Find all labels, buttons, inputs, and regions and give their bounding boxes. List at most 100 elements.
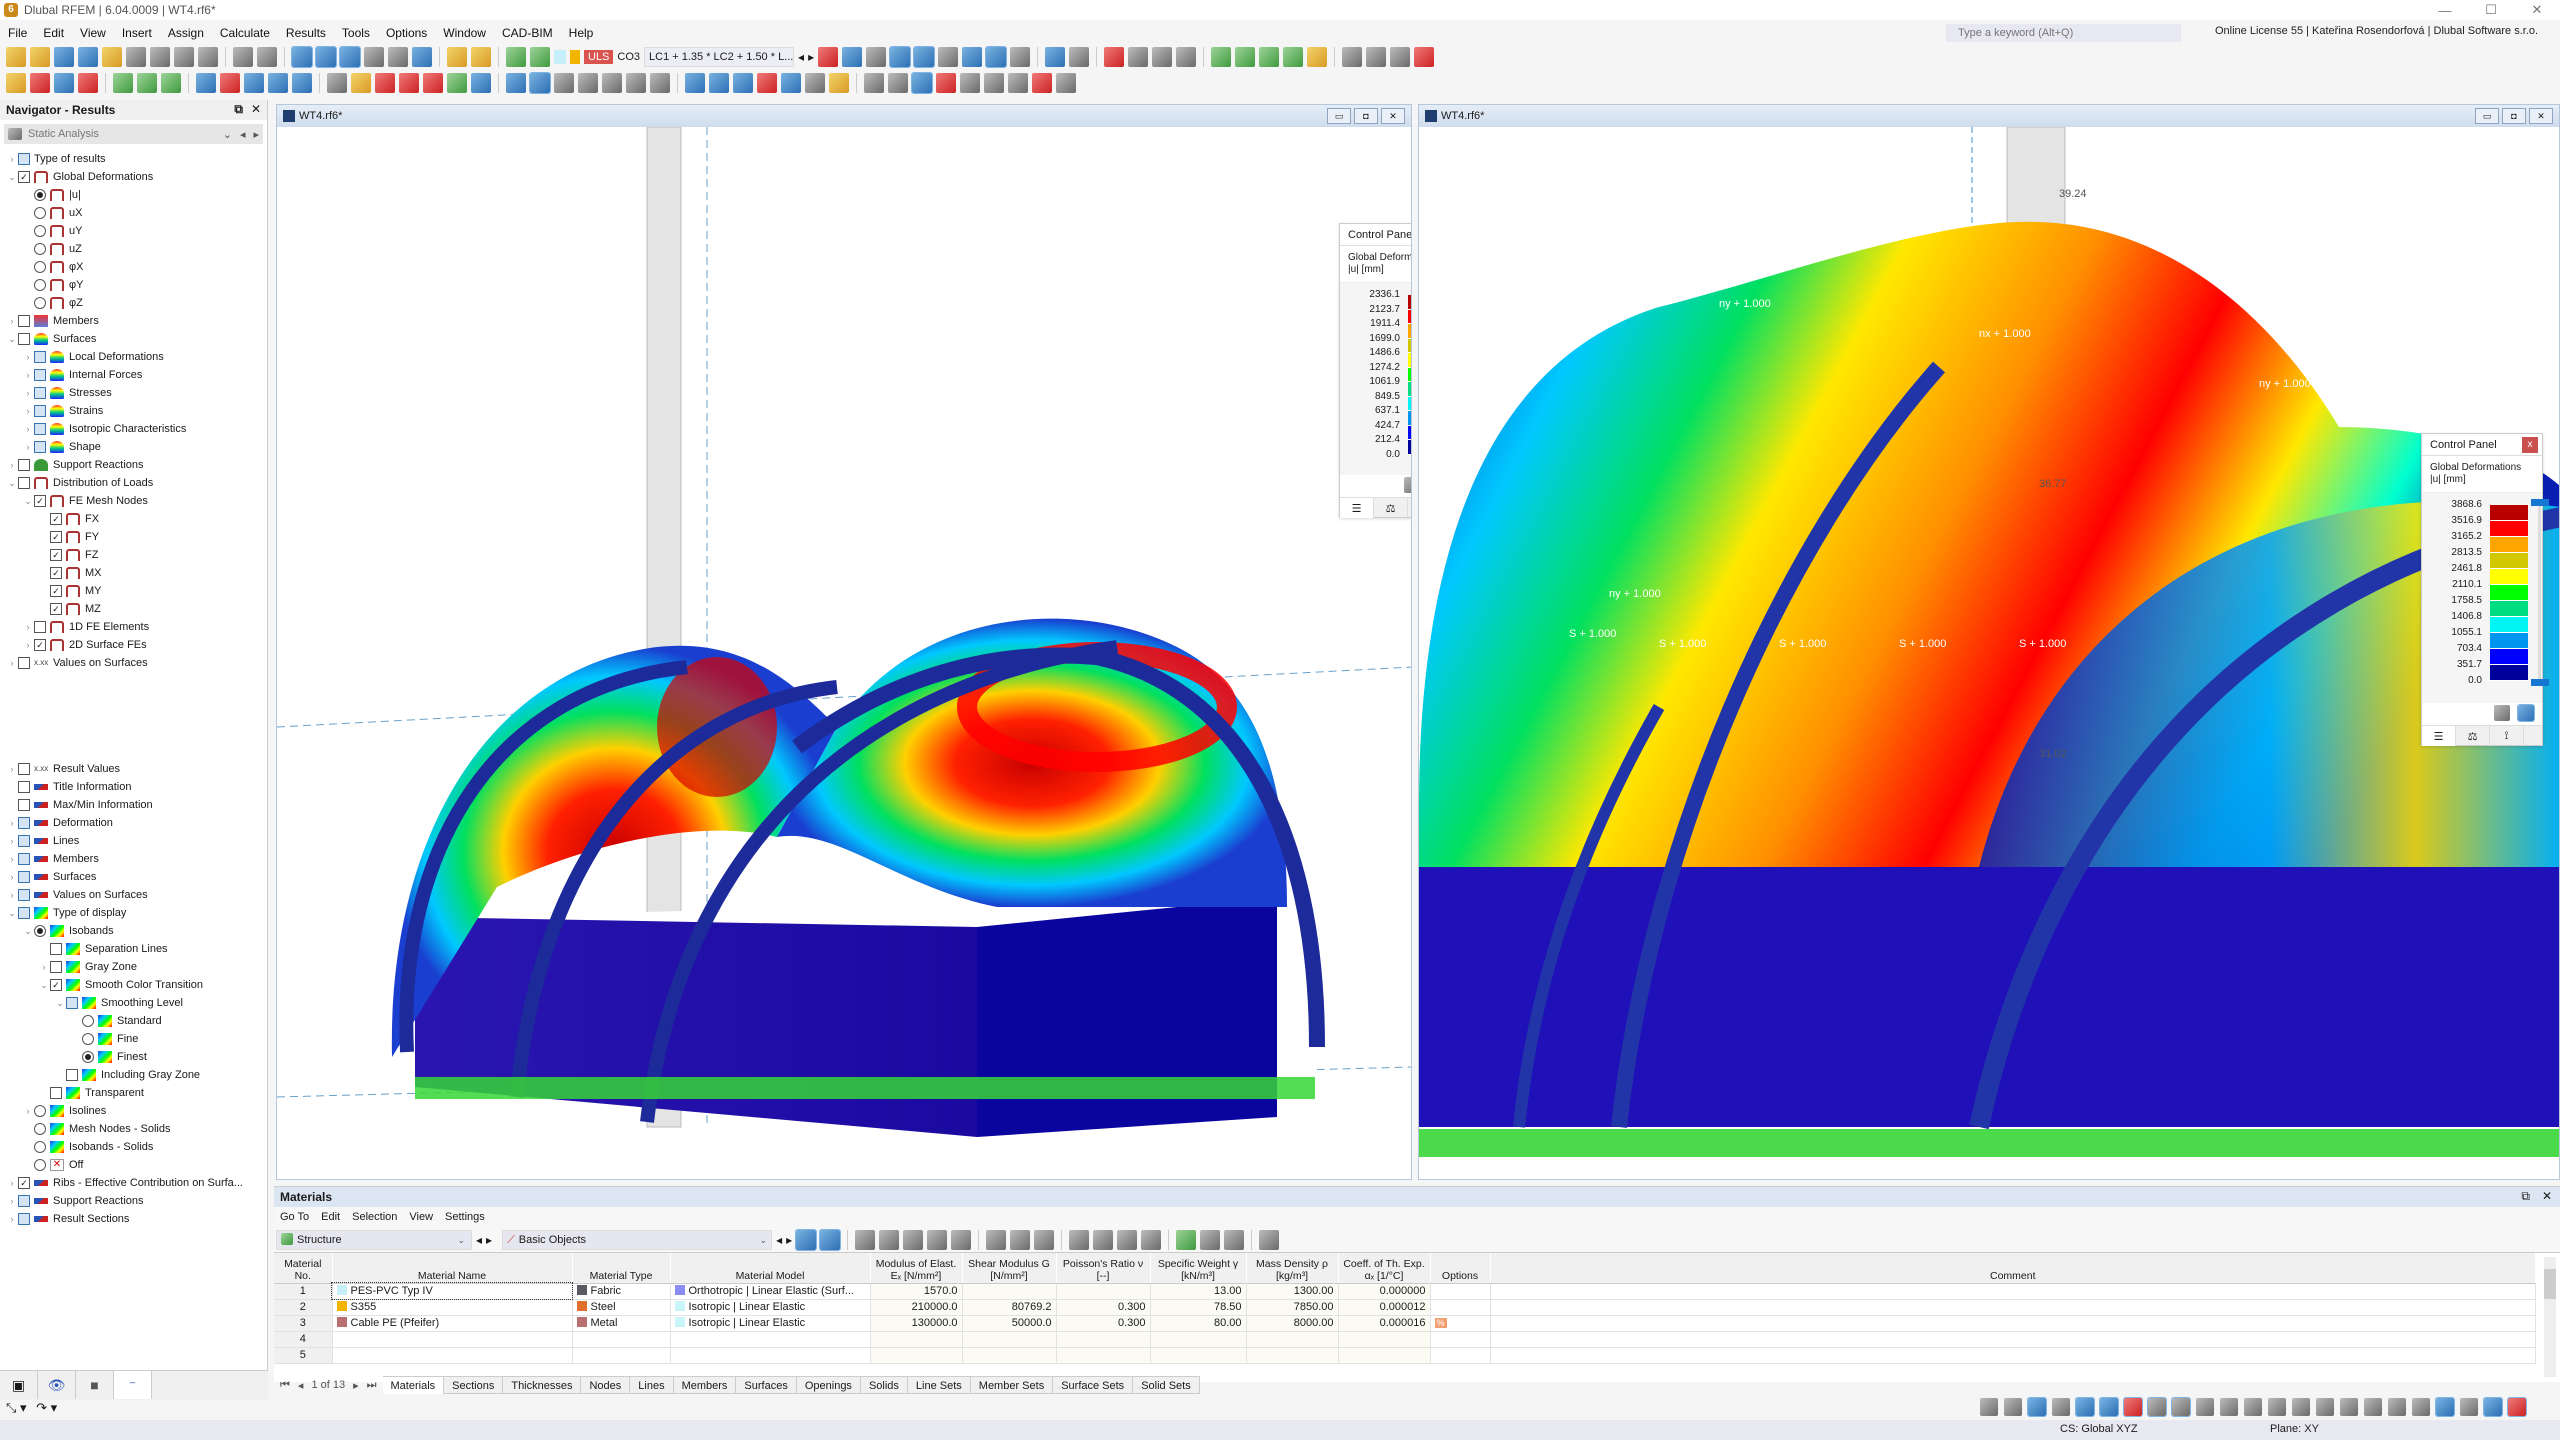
checkbox[interactable] [18, 763, 30, 775]
filter-tab-icon[interactable]: ⟟ [1408, 498, 1411, 518]
tree-item[interactable]: › Members [0, 850, 267, 868]
cell-type[interactable] [572, 1347, 671, 1364]
chevron-down-icon[interactable]: ⌄ [6, 908, 18, 919]
tree-item[interactable]: › x.xx Result Values [0, 760, 267, 778]
prev-icon[interactable]: ◂ [776, 1233, 782, 1247]
delete-row-icon[interactable] [951, 1229, 972, 1250]
radio-button[interactable] [82, 1015, 94, 1027]
tree-item[interactable]: › Surfaces [0, 868, 267, 886]
viewport-restore-button[interactable]: ◘ [2502, 108, 2526, 124]
table-menu-settings[interactable]: Settings [439, 1211, 491, 1223]
next-combination-button[interactable]: ▸ [808, 50, 814, 64]
checkbox[interactable] [18, 871, 30, 883]
cell-G[interactable] [962, 1347, 1057, 1364]
snap-square-icon[interactable] [2147, 1397, 2167, 1417]
chevron-right-icon[interactable]: › [6, 154, 18, 164]
radio-button[interactable] [82, 1051, 94, 1063]
chevron-right-icon[interactable]: › [22, 442, 34, 452]
menu-help[interactable]: Help [561, 26, 602, 40]
tree-item[interactable]: › Isolines [0, 1102, 267, 1120]
deformation-icon[interactable] [985, 46, 1008, 68]
checkbox[interactable] [18, 315, 30, 327]
checkbox[interactable]: ✓ [34, 639, 46, 651]
tree-item[interactable]: φX [0, 258, 267, 276]
column-header[interactable]: Material Name [332, 1253, 573, 1284]
cell-nu[interactable] [1056, 1347, 1151, 1364]
cell-rho[interactable] [1246, 1347, 1339, 1364]
table-row[interactable]: 2 S355 Steel Isotropic | Linear Elastic 2100… [274, 1299, 2536, 1316]
checkbox[interactable] [34, 621, 46, 633]
tree-item[interactable]: ⌄ ✓ Smooth Color Transition [0, 976, 267, 994]
cell-G[interactable] [962, 1331, 1057, 1348]
cell-name[interactable]: PES-PVC Typ IV [331, 1282, 573, 1300]
cell-rho[interactable]: 8000.00 [1246, 1315, 1339, 1332]
menu-cad-bim[interactable]: CAD-BIM [494, 26, 561, 40]
tree-item[interactable]: Standard [0, 1012, 267, 1030]
first-page-icon[interactable]: ⏮ [280, 1379, 290, 1392]
surface-set-icon[interactable] [268, 73, 288, 93]
table-icon[interactable] [864, 73, 884, 93]
checkbox[interactable]: ✓ [50, 585, 62, 597]
factors-tab-icon[interactable]: ⚖ [2456, 726, 2490, 746]
table-menu-edit[interactable]: Edit [315, 1211, 346, 1223]
chevron-right-icon[interactable]: › [22, 388, 34, 398]
tree-item[interactable]: ✓ MY [0, 582, 267, 600]
cell-alpha[interactable]: 0.000012 [1338, 1299, 1431, 1316]
tree-item[interactable]: ⌄ Type of display [0, 904, 267, 922]
calculate-icon[interactable] [506, 47, 526, 67]
prev-icon[interactable]: ◂ [240, 128, 246, 141]
cell-comment[interactable] [1490, 1283, 2536, 1300]
model-view-3d[interactable]: Control PanelxGlobal Deformations|u| [mm… [277, 127, 1411, 1179]
tab-display-icon[interactable]: 👁 [38, 1371, 76, 1399]
tree-item[interactable]: Isobands - Solids [0, 1138, 267, 1156]
line-load-icon[interactable] [375, 73, 395, 93]
viewport-minimize-button[interactable]: ▭ [1327, 108, 1351, 124]
cell-name[interactable] [332, 1331, 573, 1348]
row-number[interactable]: 2 [274, 1299, 333, 1316]
surface-support-icon[interactable] [161, 73, 181, 93]
viewport-minimize-button[interactable]: ▭ [2475, 108, 2499, 124]
connect-icon[interactable] [781, 73, 801, 93]
sync-selection-icon[interactable] [795, 1228, 818, 1251]
cell-options[interactable] [1430, 1347, 1491, 1364]
chevron-right-icon[interactable]: › [6, 1196, 18, 1206]
combination-select[interactable]: LC1 + 1.35 * LC2 + 1.50 * L... [644, 47, 795, 67]
checkbox[interactable] [34, 441, 46, 453]
delete-results-icon[interactable] [1104, 47, 1125, 67]
design-situation[interactable]: ULS CO3 [554, 50, 640, 64]
cell-alpha[interactable] [1338, 1347, 1431, 1364]
cell-gamma[interactable] [1150, 1347, 1247, 1364]
cell-nu[interactable] [1056, 1331, 1151, 1348]
layers-icon[interactable] [2483, 1397, 2503, 1417]
cell-options[interactable]: % [1430, 1315, 1491, 1332]
tree-item[interactable]: uY [0, 222, 267, 240]
tab-surfaces[interactable]: Surfaces [736, 1376, 797, 1394]
snap-object-icon[interactable] [2004, 1398, 2022, 1416]
view-filter-icon[interactable] [911, 72, 933, 94]
cell-E[interactable]: 130000.0 [870, 1315, 963, 1332]
animation-icon[interactable] [1045, 47, 1066, 67]
numbering-icon[interactable]: ↷ ▾ [36, 1400, 57, 1415]
column-header[interactable]: Specific Weight γ [kN/m³] [1150, 1253, 1247, 1284]
checkbox[interactable]: ✓ [50, 567, 62, 579]
checkbox[interactable] [34, 423, 46, 435]
tree-item[interactable]: › Result Sections [0, 1210, 267, 1228]
menu-edit[interactable]: Edit [35, 26, 72, 40]
tab-data-icon[interactable]: ▣ [0, 1371, 38, 1399]
chevron-right-icon[interactable]: › [22, 406, 34, 416]
load-case-icon[interactable] [447, 47, 467, 67]
column-header[interactable]: Modulus of Elast. Eₓ [N/mm²] [870, 1253, 963, 1284]
open-file-icon[interactable] [30, 47, 50, 67]
checkbox[interactable] [50, 943, 62, 955]
column-header[interactable]: Options [1430, 1253, 1491, 1284]
menu-file[interactable]: File [0, 26, 35, 40]
cell-model[interactable] [670, 1347, 871, 1364]
columns-icon[interactable] [1069, 1229, 1090, 1250]
prev-icon[interactable]: ◂ [476, 1233, 482, 1247]
cell-rho[interactable]: 1300.00 [1246, 1283, 1339, 1300]
snap-parallel-icon[interactable] [2268, 1398, 2286, 1416]
checkbox[interactable]: ✓ [18, 171, 30, 183]
tab-surface-sets[interactable]: Surface Sets [1053, 1376, 1134, 1394]
radio-button[interactable] [34, 1123, 46, 1135]
cell-options[interactable] [1430, 1331, 1491, 1348]
